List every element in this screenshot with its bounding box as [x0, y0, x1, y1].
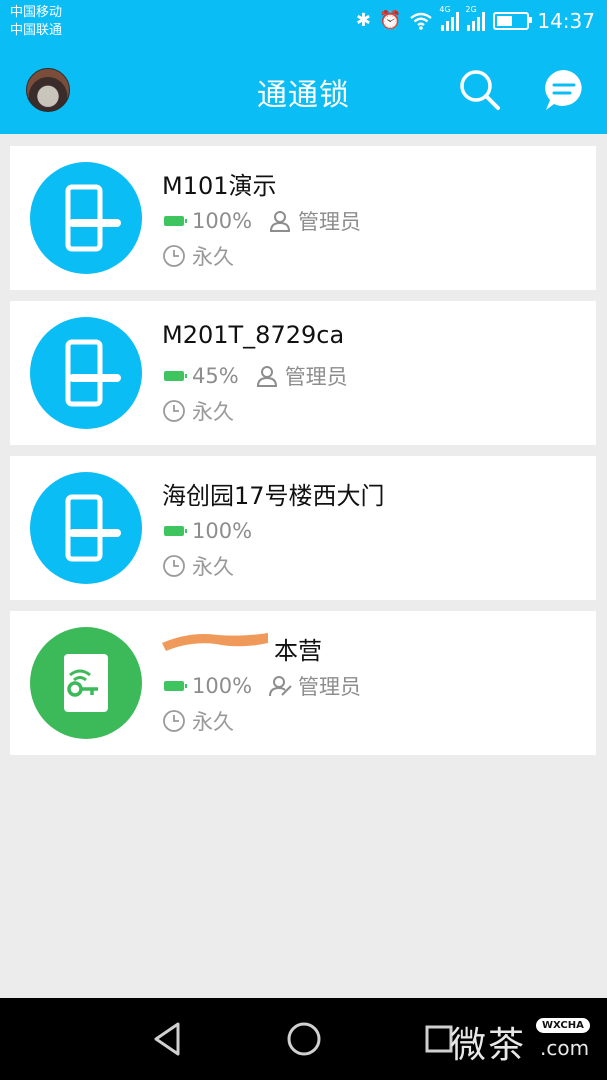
- clock-time: 14:37: [537, 9, 595, 33]
- door-lock-icon: [30, 162, 142, 274]
- validity-text: 永久: [192, 710, 234, 734]
- signal-4g-icon: 4G: [439, 5, 460, 31]
- lock-name: M201T_8729ca: [162, 321, 345, 349]
- battery-percent: 100%: [192, 674, 253, 698]
- lock-status-row: 100% 管理员: [162, 671, 361, 701]
- lock-validity-row: 永久: [162, 707, 234, 735]
- clock-icon: [163, 710, 185, 732]
- lock-name: M101演示: [162, 172, 277, 200]
- carrier-1: 中国移动: [10, 5, 63, 20]
- lock-name: 海创园17号楼西大门: [162, 482, 385, 510]
- signal-2g-icon: 2G: [465, 5, 486, 31]
- lock-status-row: 100%: [162, 516, 252, 546]
- lock-validity-row: 永久: [162, 242, 234, 270]
- battery-level-icon: [164, 371, 187, 381]
- battery-level-icon: [164, 216, 187, 226]
- battery-percent: 100%: [192, 209, 253, 233]
- lock-list-item[interactable]: 海创园17号楼西大门 100% 永久: [10, 456, 596, 600]
- validity-text: 永久: [192, 555, 234, 579]
- key-lock-icon: [30, 627, 142, 739]
- app-bar: 通通锁: [0, 42, 607, 134]
- lock-validity-row: 永久: [162, 552, 234, 580]
- home-icon[interactable]: [286, 1021, 322, 1057]
- battery-icon: [493, 12, 533, 30]
- user-role: 管理员: [298, 210, 362, 234]
- network-type-2: 2G: [465, 5, 477, 14]
- network-type-1: 4G: [439, 5, 451, 14]
- watermark-text: 微茶: [450, 1025, 527, 1066]
- door-lock-icon: [30, 317, 142, 429]
- lock-list-item[interactable]: M201T_8729ca 45% 管理员 永久: [10, 301, 596, 445]
- watermark-suffix: .com: [540, 1036, 590, 1060]
- lock-validity-row: 永久: [162, 397, 234, 425]
- search-button[interactable]: [456, 66, 504, 112]
- lock-status-row: 45% 管理员: [162, 361, 348, 391]
- status-icons: ✱ ⏰ 4G 2G 14:37: [355, 5, 595, 36]
- back-icon[interactable]: [150, 1020, 186, 1058]
- status-bar: 中国移动 中国联通 ✱ ⏰ 4G 2G 14:37: [0, 0, 607, 42]
- battery-percent: 100%: [192, 519, 253, 543]
- validity-text: 永久: [192, 400, 234, 424]
- search-icon: [460, 70, 500, 110]
- battery-level-icon: [164, 526, 187, 536]
- carrier-2: 中国联通: [10, 23, 63, 38]
- lock-list-item[interactable]: M101演示 100% 管理员 永久: [10, 146, 596, 290]
- validity-text: 永久: [192, 245, 234, 269]
- user-role: 管理员: [298, 675, 362, 699]
- message-icon: [545, 70, 582, 110]
- wifi-icon: [410, 12, 433, 30]
- battery-level-icon: [164, 681, 187, 691]
- battery-percent: 45%: [192, 364, 239, 388]
- clock-icon: [163, 400, 185, 422]
- system-nav-bar: 微茶 WXCHA .com: [0, 998, 607, 1080]
- message-button[interactable]: [540, 68, 588, 114]
- lock-list-item[interactable]: 本营 100% 管理员 永久: [10, 611, 596, 755]
- clock-icon: [163, 245, 185, 267]
- carrier-info: 中国移动 中国联通: [10, 4, 62, 40]
- bluetooth-icon: ✱: [355, 10, 371, 31]
- user-edit-icon: [269, 676, 292, 697]
- watermark-badge: WXCHA: [536, 1018, 590, 1033]
- door-lock-icon: [30, 472, 142, 584]
- user-role: 管理员: [284, 365, 348, 389]
- page-title: 通通锁: [257, 78, 350, 113]
- redaction-mark: [162, 633, 268, 651]
- clock-icon: [163, 555, 185, 577]
- user-icon: [256, 366, 277, 387]
- top-bar: 中国移动 中国联通 ✱ ⏰ 4G 2G 14:37 通通锁: [0, 0, 607, 134]
- alarm-icon: ⏰: [378, 10, 402, 31]
- lock-name-visible: 本营: [274, 637, 322, 665]
- user-icon: [270, 211, 291, 232]
- lock-status-row: 100% 管理员: [162, 206, 361, 236]
